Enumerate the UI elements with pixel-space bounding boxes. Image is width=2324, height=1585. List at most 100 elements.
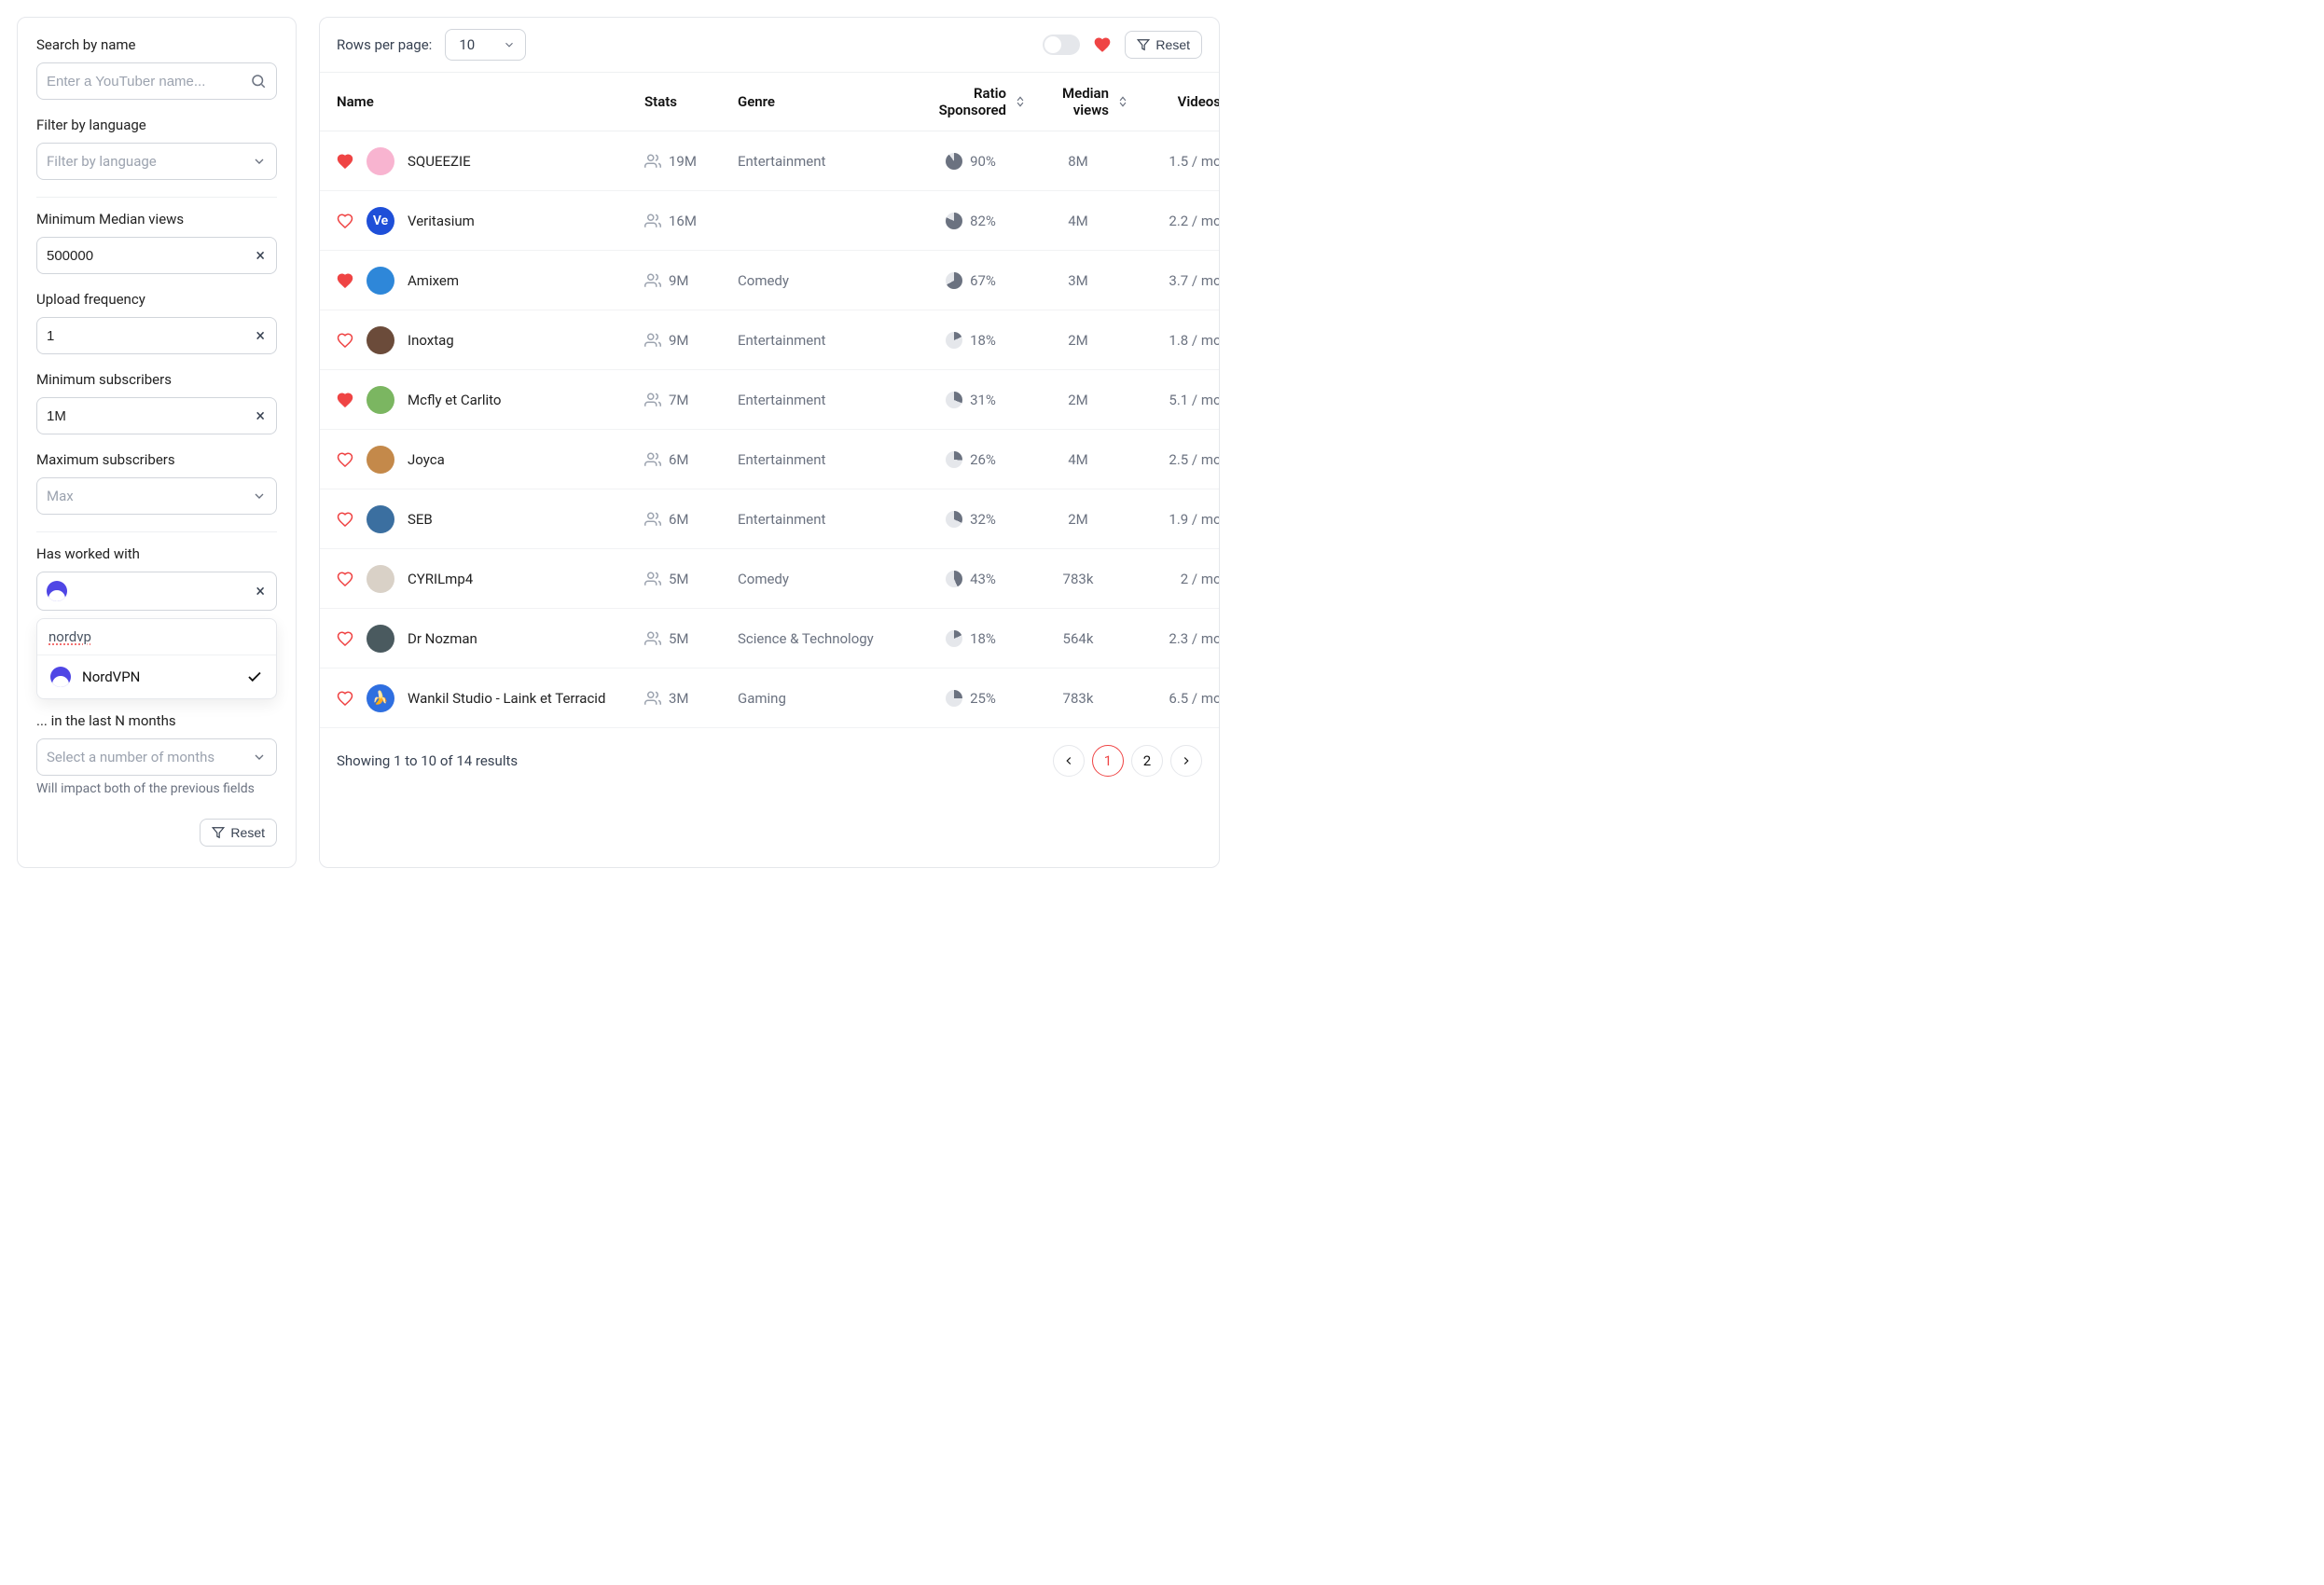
- videos-cell: 1.5 / month: [1129, 153, 1220, 170]
- table-row[interactable]: SQUEEZIE 19M Entertainment 90% 8M 1.5 / …: [320, 131, 1219, 191]
- users-icon: [644, 272, 661, 289]
- subscriber-count: 6M: [669, 511, 689, 528]
- clear-icon[interactable]: ×: [254, 407, 267, 426]
- table-row[interactable]: SEB 6M Entertainment 32% 2M 1.9 / month: [320, 489, 1219, 549]
- chevron-down-icon: [252, 489, 267, 503]
- brand-option-nordvpn[interactable]: NordVPN: [37, 655, 276, 698]
- brand-option-label: NordVPN: [82, 668, 140, 685]
- table-row[interactable]: 🍌 Wankil Studio - Laink et Terracid 3M G…: [320, 668, 1219, 728]
- ratio-value: 31%: [970, 392, 996, 408]
- ratio-value: 67%: [970, 272, 996, 289]
- sidebar-reset-button[interactable]: Reset: [200, 819, 277, 847]
- clear-icon[interactable]: ×: [254, 326, 267, 346]
- results-panel: Rows per page: 10 Reset Name Stats: [319, 17, 1220, 868]
- rows-per-page-select[interactable]: 10: [445, 29, 526, 61]
- table-row[interactable]: Ve Veritasium 16M 82% 4M 2.2 / month: [320, 191, 1219, 251]
- min-subs-input[interactable]: [47, 408, 254, 424]
- stats-cell: 6M: [644, 451, 738, 468]
- favorite-heart-icon[interactable]: [337, 571, 353, 587]
- table-row[interactable]: Amixem 9M Comedy 67% 3M 3.7 / month: [320, 251, 1219, 310]
- favorite-heart-icon[interactable]: [337, 511, 353, 528]
- stats-cell: 7M: [644, 392, 738, 408]
- favorite-heart-icon[interactable]: [337, 332, 353, 349]
- youtuber-name: Amixem: [408, 272, 459, 289]
- genre-cell: Science & Technology: [738, 630, 915, 647]
- users-icon: [644, 332, 661, 349]
- median-cell: 3M: [1027, 272, 1129, 289]
- subscriber-count: 6M: [669, 451, 689, 468]
- table-row[interactable]: CYRILmp4 5M Comedy 43% 783k 2 / month: [320, 549, 1219, 609]
- favorite-heart-icon[interactable]: [337, 690, 353, 707]
- upload-freq-input[interactable]: [47, 328, 254, 344]
- col-median[interactable]: Median views: [1027, 85, 1129, 118]
- table-row[interactable]: Mcfly et Carlito 7M Entertainment 31% 2M…: [320, 370, 1219, 430]
- pagination-prev[interactable]: [1053, 745, 1085, 777]
- col-ratio[interactable]: Ratio Sponsored: [915, 85, 1027, 118]
- chevron-down-icon: [503, 38, 516, 51]
- rows-per-page-label: Rows per page:: [337, 36, 432, 53]
- name-cell: CYRILmp4: [337, 565, 644, 593]
- name-cell: Joyca: [337, 446, 644, 474]
- videos-cell: 2.2 / month: [1129, 213, 1220, 229]
- pagination-page-1[interactable]: 1: [1092, 745, 1124, 777]
- favorite-heart-icon[interactable]: [337, 451, 353, 468]
- avatar: [367, 326, 394, 354]
- favorite-heart-icon[interactable]: [337, 392, 353, 408]
- search-input[interactable]: [47, 74, 244, 90]
- ratio-cell: 67%: [915, 272, 1027, 289]
- table-row[interactable]: Dr Nozman 5M Science & Technology 18% 56…: [320, 609, 1219, 668]
- stats-cell: 5M: [644, 630, 738, 647]
- median-cell: 783k: [1027, 690, 1129, 707]
- last-n-label: ... in the last N months: [36, 712, 277, 729]
- ratio-cell: 90%: [915, 153, 1027, 170]
- youtuber-name: Wankil Studio - Laink et Terracid: [408, 690, 605, 707]
- genre-cell: Comedy: [738, 571, 915, 587]
- ratio-value: 90%: [970, 153, 996, 170]
- subscriber-count: 19M: [669, 153, 697, 170]
- genre-cell: Entertainment: [738, 511, 915, 528]
- stats-cell: 19M: [644, 153, 738, 170]
- max-subs-select[interactable]: Max: [36, 477, 277, 515]
- pagination-page-2[interactable]: 2: [1131, 745, 1163, 777]
- min-subs-label: Minimum subscribers: [36, 371, 277, 388]
- clear-icon[interactable]: ×: [254, 246, 267, 266]
- stats-cell: 3M: [644, 690, 738, 707]
- favorites-toggle[interactable]: [1043, 34, 1080, 55]
- videos-cell: 1.9 / month: [1129, 511, 1220, 528]
- ratio-value: 26%: [970, 451, 996, 468]
- col-videos[interactable]: Videos: [1129, 93, 1220, 110]
- pagination-next[interactable]: [1170, 745, 1202, 777]
- youtuber-name: Dr Nozman: [408, 630, 477, 647]
- ratio-value: 43%: [970, 571, 996, 587]
- heart-icon[interactable]: [1093, 35, 1112, 54]
- youtuber-name: Inoxtag: [408, 332, 454, 349]
- ratio-cell: 82%: [915, 213, 1027, 229]
- subscriber-count: 5M: [669, 571, 689, 587]
- worked-with-select[interactable]: ×: [36, 572, 277, 611]
- divider: [36, 531, 277, 532]
- subscriber-count: 3M: [669, 690, 689, 707]
- youtuber-name: CYRILmp4: [408, 571, 473, 587]
- favorite-heart-icon[interactable]: [337, 630, 353, 647]
- toolbar-reset-button[interactable]: Reset: [1125, 31, 1202, 59]
- youtuber-name: Veritasium: [408, 213, 475, 229]
- favorite-heart-icon[interactable]: [337, 153, 353, 170]
- median-cell: 2M: [1027, 392, 1129, 408]
- language-select[interactable]: Filter by language: [36, 143, 277, 180]
- median-cell: 783k: [1027, 571, 1129, 587]
- table-row[interactable]: Joyca 6M Entertainment 26% 4M 2.5 / mont…: [320, 430, 1219, 489]
- clear-icon[interactable]: ×: [254, 582, 267, 601]
- videos-cell: 2.5 / month: [1129, 451, 1220, 468]
- genre-cell: Comedy: [738, 272, 915, 289]
- table-row[interactable]: Inoxtag 9M Entertainment 18% 2M 1.8 / mo…: [320, 310, 1219, 370]
- users-icon: [644, 571, 661, 587]
- favorite-heart-icon[interactable]: [337, 272, 353, 289]
- favorite-heart-icon[interactable]: [337, 213, 353, 229]
- avatar: [367, 446, 394, 474]
- brand-search-text[interactable]: nordvp: [37, 619, 276, 655]
- min-median-input[interactable]: [47, 248, 254, 264]
- last-n-select[interactable]: Select a number of months: [36, 738, 277, 776]
- brand-logo-icon: [47, 581, 67, 601]
- brand-logo-icon: [50, 667, 71, 687]
- sort-icon: [1014, 95, 1027, 108]
